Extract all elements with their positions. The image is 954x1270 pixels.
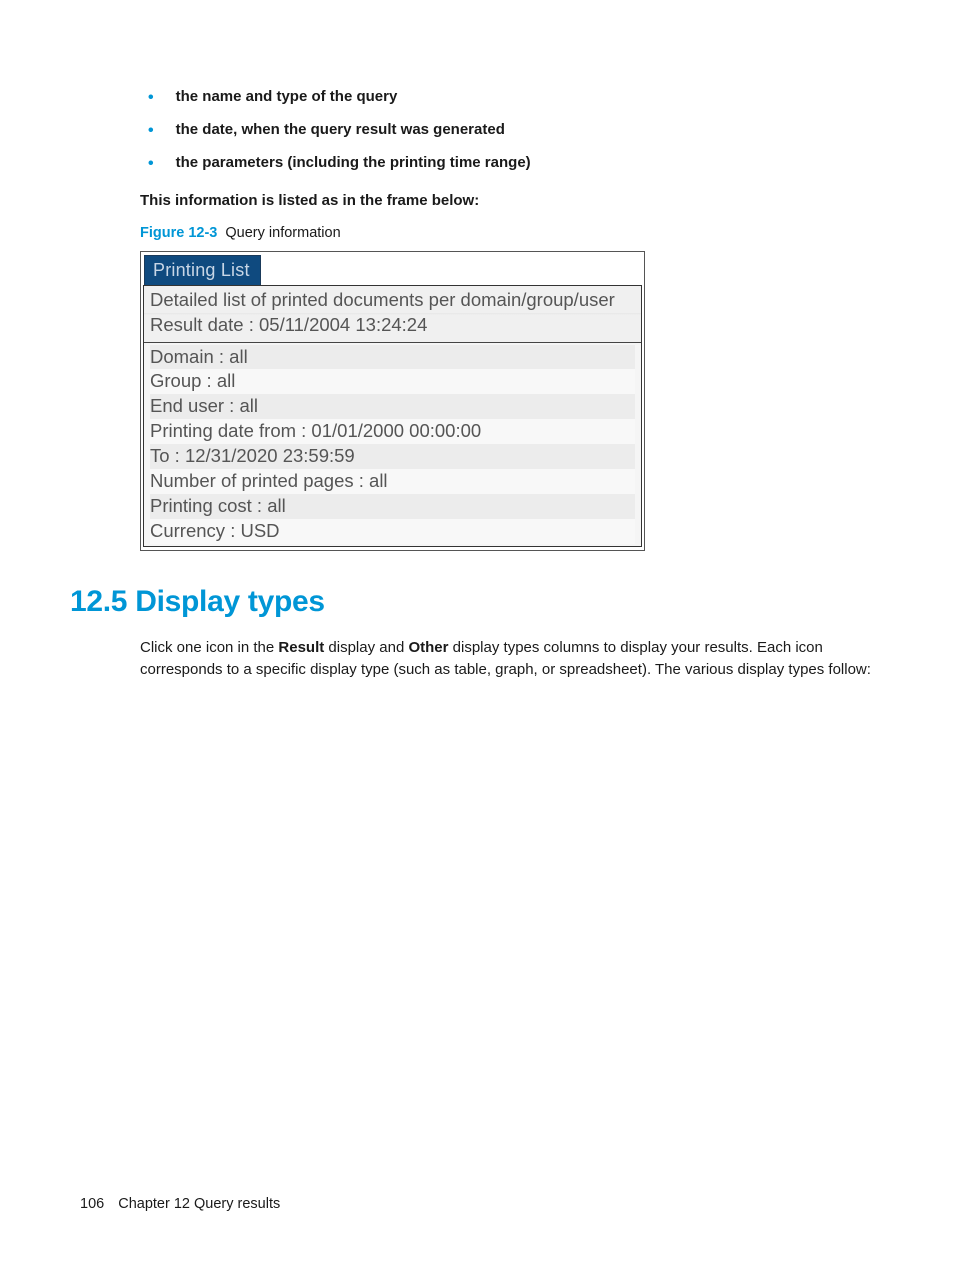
list-item: • the name and type of the query — [140, 88, 874, 107]
section-paragraph: Click one icon in the Result display and… — [140, 637, 874, 681]
bullet-icon: • — [148, 154, 154, 173]
bullet-icon: • — [148, 88, 154, 107]
screenshot-header-line: Result date : 05/11/2004 13:24:24 — [150, 313, 635, 338]
page-footer: 106 Chapter 12 Query results — [80, 1196, 280, 1212]
screenshot-tab: Printing List — [144, 255, 261, 285]
screenshot-row: Printing date from : 01/01/2000 00:00:00 — [150, 419, 635, 444]
para-bold: Other — [408, 639, 448, 656]
screenshot-body: Domain : all Group : all End user : all … — [144, 343, 641, 547]
para-bold: Result — [278, 639, 324, 656]
list-item-text: the parameters (including the printing t… — [176, 154, 531, 171]
screenshot-row: Group : all — [150, 369, 635, 394]
intro-paragraph: This information is listed as in the fra… — [140, 192, 874, 209]
chapter-label: Chapter 12 Query results — [118, 1196, 280, 1212]
list-item-text: the name and type of the query — [176, 88, 398, 105]
screenshot-box: Detailed list of printed documents per d… — [143, 285, 642, 548]
bullet-icon: • — [148, 121, 154, 140]
list-item-text: the date, when the query result was gene… — [176, 121, 505, 138]
page-number: 106 — [80, 1196, 104, 1212]
screenshot-row: To : 12/31/2020 23:59:59 — [150, 444, 635, 469]
screenshot-row: Currency : USD — [150, 519, 635, 544]
screenshot-row: Printing cost : all — [150, 494, 635, 519]
screenshot-row: Domain : all — [150, 345, 635, 370]
screenshot-header: Detailed list of printed documents per d… — [144, 286, 641, 343]
figure-title: Query information — [225, 225, 340, 241]
bullet-list: • the name and type of the query • the d… — [140, 88, 874, 174]
list-item: • the parameters (including the printing… — [140, 154, 874, 173]
section-heading: 12.5 Display types — [70, 585, 874, 619]
para-text: Click one icon in the — [140, 639, 278, 656]
screenshot-header-line: Detailed list of printed documents per d… — [150, 288, 635, 313]
list-item: • the date, when the query result was ge… — [140, 121, 874, 140]
screenshot-row: Number of printed pages : all — [150, 469, 635, 494]
figure-number: Figure 12-3 — [140, 225, 217, 241]
query-info-screenshot: Printing List Detailed list of printed d… — [140, 251, 645, 552]
screenshot-row: End user : all — [150, 394, 635, 419]
para-text: display and — [324, 639, 408, 656]
figure-label: Figure 12-3 Query information — [140, 225, 874, 241]
